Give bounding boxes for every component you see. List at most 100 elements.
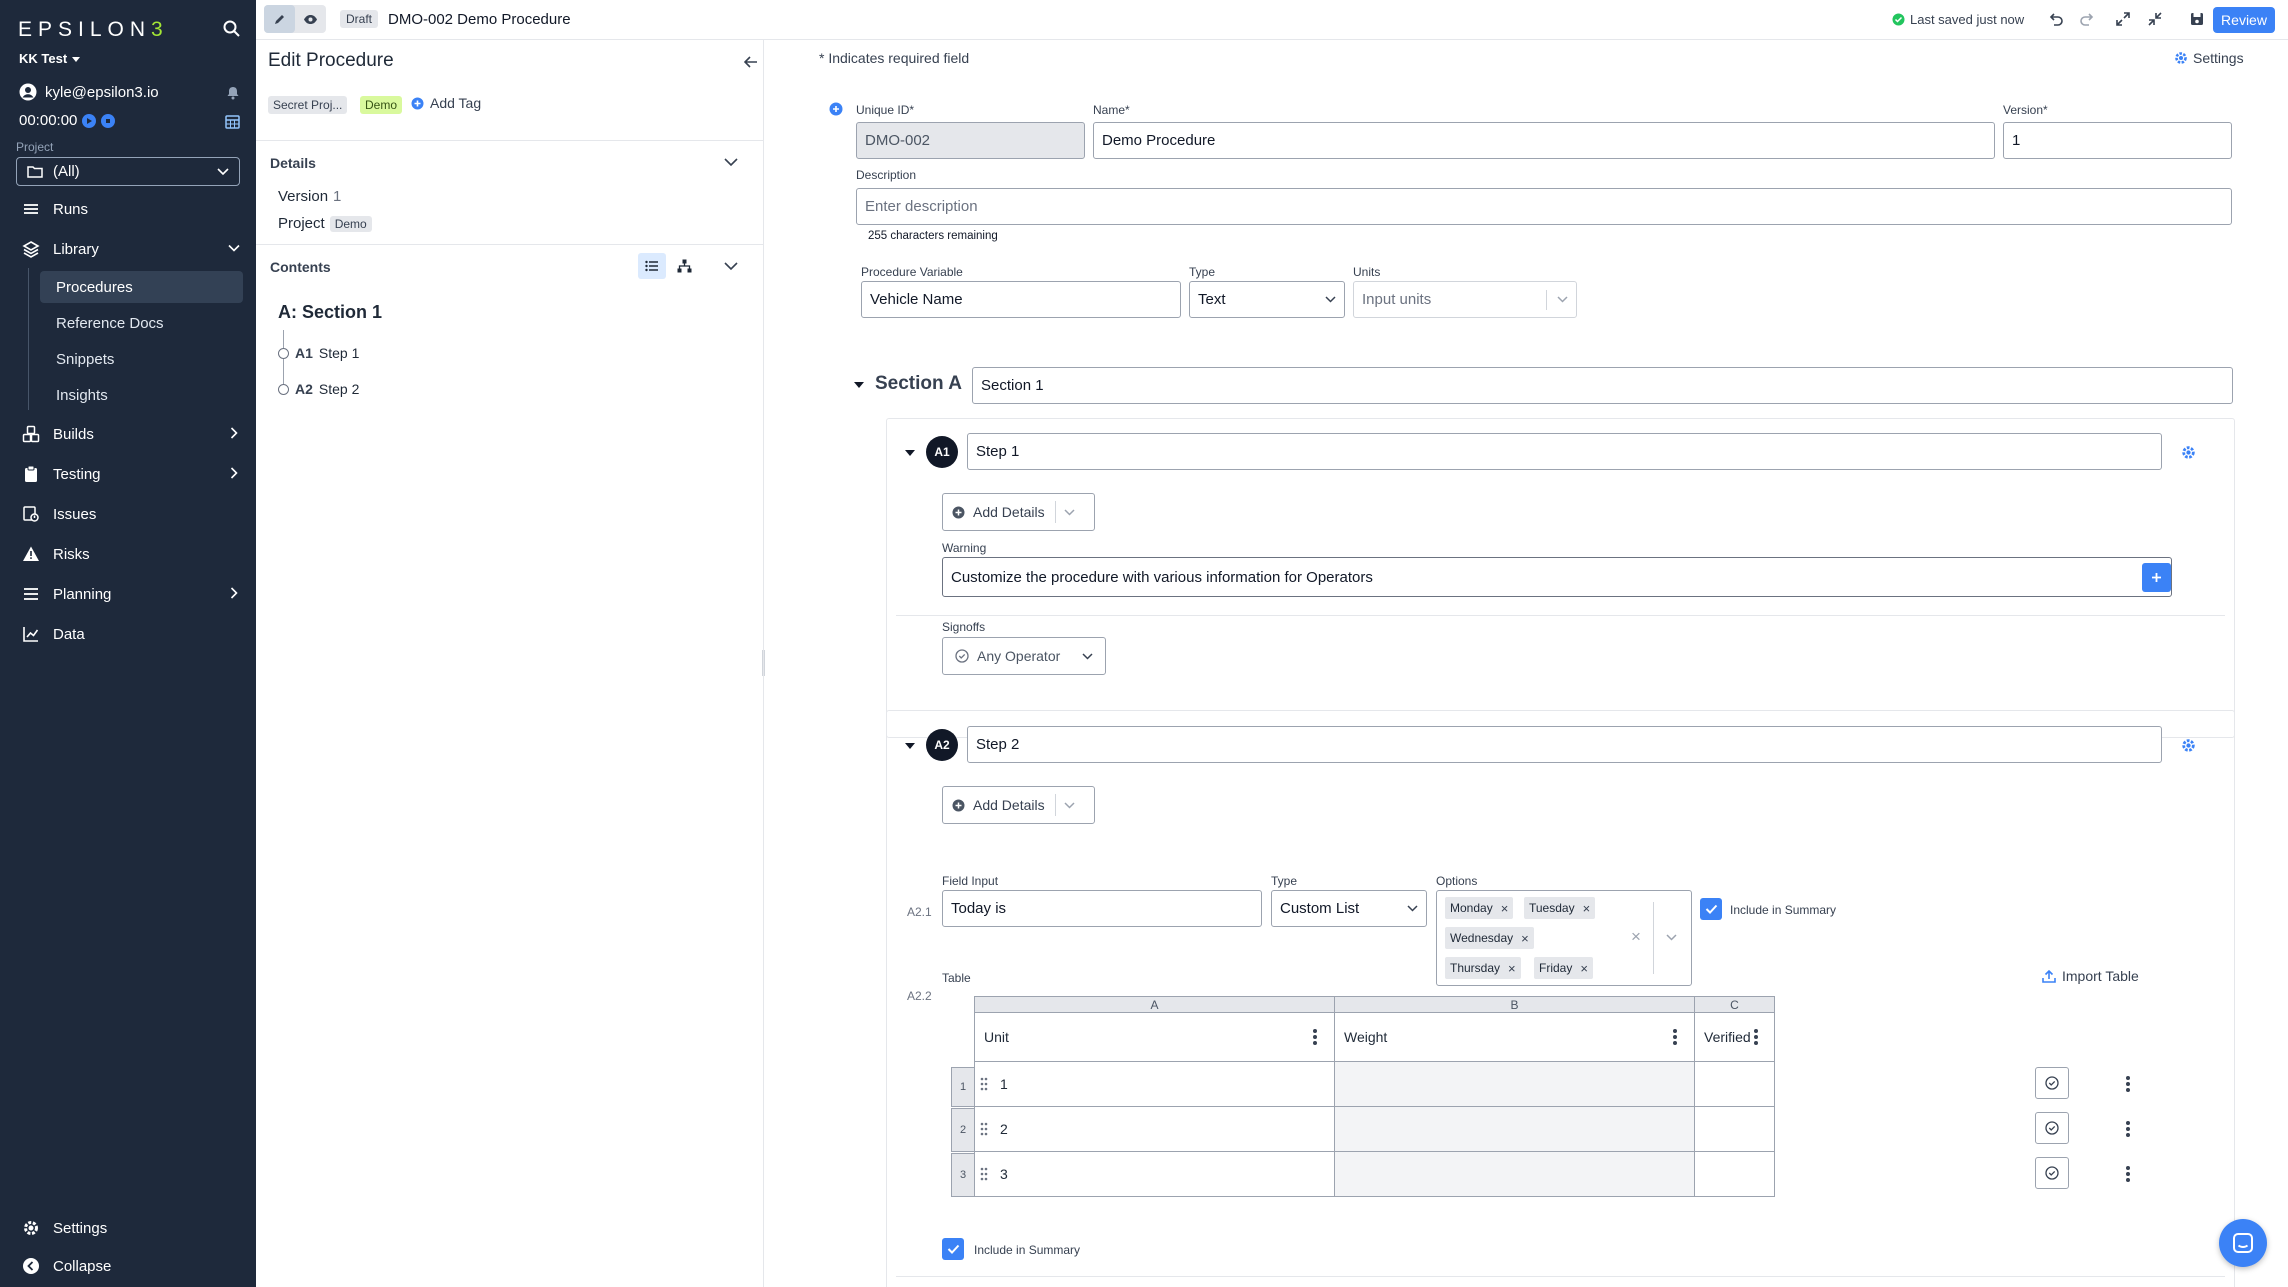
remove-option-icon[interactable]: ×: [1580, 961, 1588, 976]
undo-icon[interactable]: [2048, 11, 2064, 27]
drag-handle-icon[interactable]: [980, 1122, 988, 1136]
sidebar-item-snippets[interactable]: Snippets: [40, 343, 243, 375]
column-menu-icon[interactable]: [1673, 1029, 1677, 1045]
compress-icon[interactable]: [2147, 11, 2163, 27]
nav-planning[interactable]: Planning: [0, 576, 256, 612]
warning-text-field[interactable]: Customize the procedure with various inf…: [942, 557, 2172, 597]
procedure-variable-field[interactable]: Vehicle Name: [861, 281, 1181, 318]
step-a1-name-field[interactable]: Step 1: [967, 433, 2162, 470]
gear-icon[interactable]: [2181, 738, 2196, 753]
remove-option-icon[interactable]: ×: [1501, 901, 1509, 916]
sidebar-item-procedures[interactable]: Procedures: [40, 271, 243, 303]
contents-section-a[interactable]: A: Section 1: [278, 302, 382, 323]
column-menu-icon[interactable]: [1313, 1029, 1317, 1045]
drag-handle-icon[interactable]: [980, 1167, 988, 1181]
table-cell-unit[interactable]: 3: [974, 1151, 1335, 1197]
row-menu-icon[interactable]: [2126, 1121, 2130, 1137]
row-menu-icon[interactable]: [2126, 1166, 2130, 1182]
table-cell-unit[interactable]: 1: [974, 1061, 1335, 1107]
step-a1-add-details-button[interactable]: Add Details: [942, 493, 1095, 531]
chevron-down-icon[interactable]: [724, 157, 738, 167]
chevron-down-icon[interactable]: [1666, 934, 1677, 941]
table-cell-weight[interactable]: [1334, 1106, 1695, 1152]
add-warning-button[interactable]: [2142, 563, 2171, 592]
nav-issues[interactable]: Issues: [0, 496, 256, 532]
settings-button[interactable]: Settings: [2174, 50, 2244, 66]
verify-signoff-button[interactable]: [2035, 1067, 2069, 1099]
signoff-select[interactable]: Any Operator: [942, 637, 1106, 675]
sidebar-item-reference-docs[interactable]: Reference Docs: [40, 307, 243, 339]
details-heading[interactable]: Details: [270, 155, 316, 171]
bell-icon[interactable]: [226, 86, 240, 100]
contents-step-a1[interactable]: A1 Step 1: [278, 345, 359, 361]
import-table-button[interactable]: Import Table: [2042, 968, 2139, 984]
gear-icon[interactable]: [2181, 445, 2196, 460]
add-tag-button[interactable]: Add Tag: [411, 95, 481, 111]
column-menu-icon[interactable]: [1754, 1029, 1758, 1045]
field-input-name[interactable]: Today is: [942, 890, 1262, 927]
chat-support-button[interactable]: [2219, 1219, 2267, 1267]
row-menu-icon[interactable]: [2126, 1076, 2130, 1092]
review-button[interactable]: Review: [2213, 7, 2275, 33]
nav-library[interactable]: Library: [0, 231, 256, 267]
tag-secret-project[interactable]: Secret Proj...: [268, 96, 348, 114]
contents-heading[interactable]: Contents: [270, 259, 331, 275]
version-field[interactable]: 1: [2003, 122, 2232, 159]
field-type-select[interactable]: Custom List: [1271, 890, 1427, 927]
name-field[interactable]: Demo Procedure: [1093, 122, 1995, 159]
verify-signoff-button[interactable]: [2035, 1112, 2069, 1144]
drag-handle-icon[interactable]: [980, 1077, 988, 1091]
nav-runs[interactable]: Runs: [0, 191, 256, 227]
nav-data[interactable]: Data: [0, 616, 256, 652]
table-cell-weight[interactable]: [1334, 1061, 1695, 1107]
nav-settings[interactable]: Settings: [0, 1210, 256, 1246]
remove-option-icon[interactable]: ×: [1521, 931, 1529, 946]
plus-circle-icon[interactable]: [829, 102, 843, 116]
tag-demo[interactable]: Demo: [360, 96, 403, 114]
description-field[interactable]: Enter description: [856, 188, 2232, 225]
epsilon3-logo[interactable]: EPSILON3: [18, 18, 169, 42]
search-icon[interactable]: [222, 19, 242, 39]
collapse-step-triangle[interactable]: [905, 450, 915, 456]
workspace-switcher[interactable]: KK Test: [19, 51, 80, 66]
step-a2-add-details-button[interactable]: Add Details: [942, 786, 1095, 824]
table-cell-weight[interactable]: [1334, 1151, 1695, 1197]
tree-view-button[interactable]: [671, 253, 697, 279]
nav-collapse[interactable]: Collapse: [0, 1248, 256, 1284]
section-name-field[interactable]: Section 1: [972, 367, 2233, 404]
nav-builds[interactable]: Builds: [0, 416, 256, 452]
table-cell-unit[interactable]: 2: [974, 1106, 1335, 1152]
project-select[interactable]: (All): [16, 157, 240, 186]
save-icon[interactable]: [2189, 11, 2205, 27]
units-select[interactable]: Input units: [1353, 281, 1577, 318]
clear-options-icon[interactable]: ×: [1631, 927, 1641, 947]
contents-step-a2[interactable]: A2 Step 2: [278, 381, 359, 397]
nav-risks[interactable]: Risks: [0, 536, 256, 572]
verify-signoff-button[interactable]: [2035, 1157, 2069, 1189]
redo-icon[interactable]: [2079, 11, 2095, 27]
remove-option-icon[interactable]: ×: [1508, 961, 1516, 976]
reset-icon[interactable]: [101, 113, 116, 128]
sidebar-item-insights[interactable]: Insights: [40, 379, 243, 411]
arrow-left-icon[interactable]: [744, 56, 758, 68]
nav-testing[interactable]: Testing: [0, 456, 256, 492]
play-icon[interactable]: [82, 113, 97, 128]
collapse-section-triangle[interactable]: [854, 382, 864, 388]
collapse-step-triangle[interactable]: [905, 743, 915, 749]
column-header-weight[interactable]: Weight: [1334, 1012, 1695, 1062]
column-header-verified[interactable]: Verified: [1694, 1012, 1775, 1062]
user-menu[interactable]: kyle@epsilon3.io: [19, 83, 159, 101]
list-view-button[interactable]: [638, 253, 666, 279]
chevron-down-icon[interactable]: [724, 261, 738, 271]
pencil-icon[interactable]: [264, 5, 295, 33]
include-summary-checkbox[interactable]: [1700, 898, 1722, 920]
calendar-icon[interactable]: [225, 114, 240, 129]
variable-type-select[interactable]: Text: [1189, 281, 1345, 318]
eye-icon[interactable]: [295, 5, 326, 33]
table-include-summary-checkbox[interactable]: [942, 1238, 964, 1260]
expand-icon[interactable]: [2115, 11, 2131, 27]
remove-option-icon[interactable]: ×: [1583, 901, 1591, 916]
column-header-unit[interactable]: Unit: [974, 1012, 1335, 1062]
step-a2-name-field[interactable]: Step 2: [967, 726, 2162, 763]
chevron-down-icon: [217, 167, 229, 175]
